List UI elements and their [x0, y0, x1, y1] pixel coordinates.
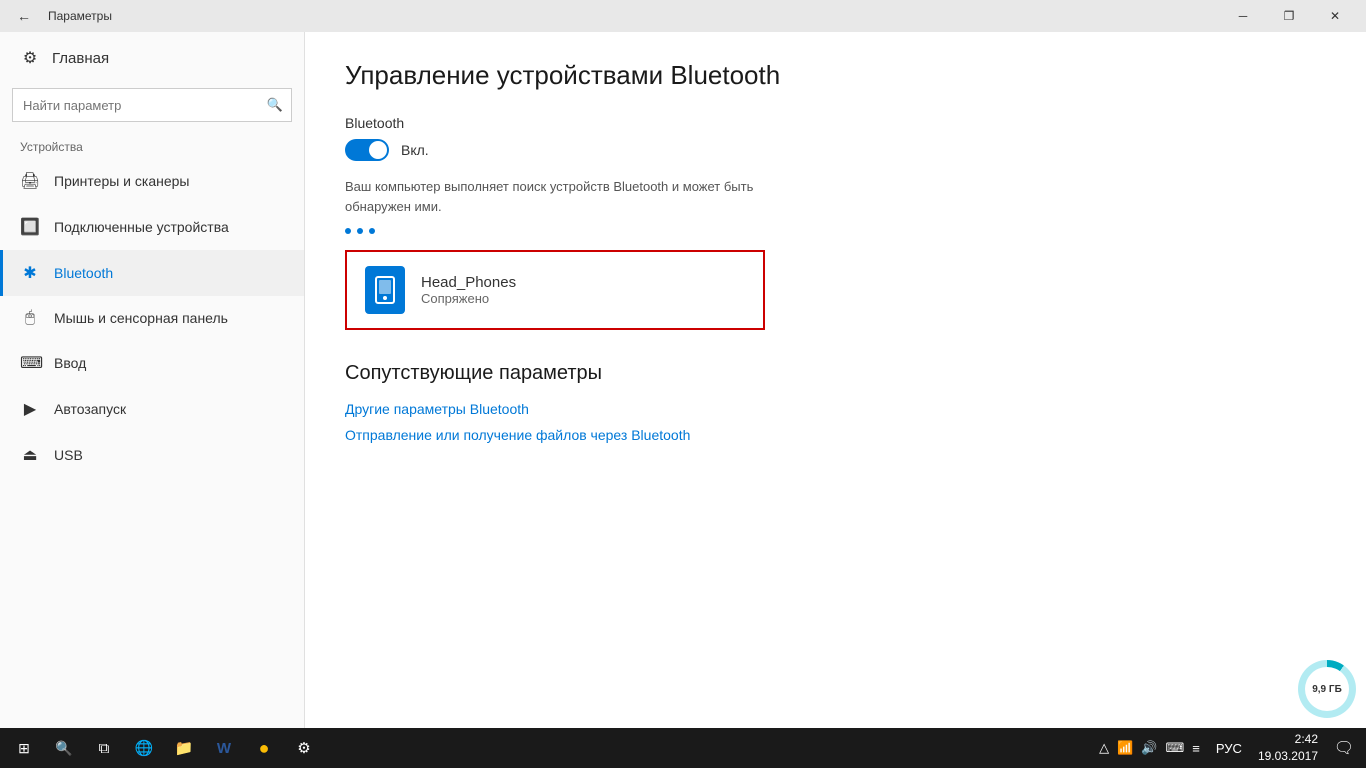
taskbar-chrome[interactable]: ● [244, 728, 284, 768]
sidebar-item-label: Bluetooth [54, 265, 113, 281]
taskbar-sys-icons: △ 📶 🔊 ⌨ ≡ [1091, 740, 1208, 756]
taskbar-explorer[interactable]: 📁 [164, 728, 204, 768]
related-title: Сопутствующие параметры [345, 362, 1326, 385]
sidebar-item-bluetooth[interactable]: ✱ Bluetooth [0, 250, 304, 296]
dot-2 [357, 228, 363, 234]
input-method-icon[interactable]: ≡ [1192, 741, 1200, 756]
clock-time: 2:42 [1258, 731, 1318, 748]
printers-icon: 🖨 [20, 171, 40, 191]
close-button[interactable]: ✕ [1312, 0, 1358, 32]
dot-3 [369, 228, 375, 234]
search-icon: 🔍 [259, 97, 291, 113]
mouse-icon: 🖱 [20, 309, 40, 327]
notification-button[interactable]: 🗨 [1326, 728, 1362, 768]
taskbar-search-button[interactable]: 🔍 [44, 728, 84, 768]
sidebar-item-autostart[interactable]: ▶ Автозапуск [0, 386, 304, 432]
clock-date: 19.03.2017 [1258, 748, 1318, 765]
device-card[interactable]: Head_Phones Сопряжено [345, 250, 765, 330]
taskbar-word[interactable]: W [204, 728, 244, 768]
bluetooth-section-label: Bluetooth [345, 115, 1326, 131]
scanning-animation [345, 228, 1326, 234]
sidebar-item-label: Принтеры и сканеры [54, 173, 189, 189]
sidebar-item-label: Автозапуск [54, 401, 126, 417]
usb-icon: ⏏ [20, 445, 40, 465]
sidebar-item-label: Ввод [54, 355, 86, 371]
sidebar-home-label: Главная [52, 50, 109, 67]
home-icon: ⚙ [20, 48, 40, 68]
volume-icon[interactable]: 🔊 [1141, 740, 1157, 756]
device-name: Head_Phones [421, 274, 516, 291]
toggle-label: Вкл. [401, 142, 429, 158]
storage-bubble: 9,9 ГБ [1298, 660, 1356, 718]
taskbar-settings[interactable]: ⚙ [284, 728, 324, 768]
storage-label: 9,9 ГБ [1305, 667, 1349, 711]
related-link-send-receive[interactable]: Отправление или получение файлов через B… [345, 427, 1326, 443]
taskbar: ⊞ 🔍 ⧉ 🌐 📁 W ● ⚙ △ 📶 🔊 ⌨ ≡ РУС 2:42 19.03… [0, 728, 1366, 768]
sidebar-item-input[interactable]: ⌨ Ввод [0, 340, 304, 386]
autostart-icon: ▶ [20, 399, 40, 419]
sidebar-section-label: Устройства [0, 134, 304, 158]
scanning-text: Ваш компьютер выполняет поиск устройств … [345, 177, 765, 216]
sidebar-item-connected[interactable]: 🔲 Подключенные устройства [0, 204, 304, 250]
minimize-button[interactable]: ─ [1220, 0, 1266, 32]
dot-1 [345, 228, 351, 234]
bluetooth-icon: ✱ [20, 263, 40, 283]
sidebar-item-label: USB [54, 447, 83, 463]
network-icon[interactable]: 📶 [1117, 740, 1133, 756]
titlebar-left: ← Параметры [8, 0, 112, 32]
content-area: Управление устройствами Bluetooth Blueto… [305, 32, 1366, 728]
chevron-icon[interactable]: △ [1099, 740, 1109, 756]
start-button[interactable]: ⊞ [4, 728, 44, 768]
bluetooth-toggle[interactable] [345, 139, 389, 161]
device-status: Сопряжено [421, 291, 516, 306]
connected-icon: 🔲 [20, 217, 40, 237]
titlebar-title: Параметры [48, 9, 112, 23]
sidebar-item-printers[interactable]: 🖨 Принтеры и сканеры [0, 158, 304, 204]
related-link-bluetooth-settings[interactable]: Другие параметры Bluetooth [345, 401, 1326, 417]
app-body: ⚙ Главная 🔍 Устройства 🖨 Принтеры и скан… [0, 32, 1366, 728]
keyboard-icon[interactable]: ⌨ [1166, 740, 1185, 756]
sidebar-item-mouse[interactable]: 🖱 Мышь и сенсорная панель [0, 296, 304, 340]
task-view-button[interactable]: ⧉ [84, 728, 124, 768]
titlebar: ← Параметры ─ ❐ ✕ [0, 0, 1366, 32]
language-label: РУС [1216, 741, 1242, 756]
taskbar-clock[interactable]: 2:42 19.03.2017 [1250, 731, 1326, 765]
taskbar-edge[interactable]: 🌐 [124, 728, 164, 768]
sidebar-item-label: Подключенные устройства [54, 219, 229, 235]
sidebar-item-usb[interactable]: ⏏ USB [0, 432, 304, 478]
sidebar: ⚙ Главная 🔍 Устройства 🖨 Принтеры и скан… [0, 32, 305, 728]
input-icon: ⌨ [20, 353, 40, 373]
back-button[interactable]: ← [8, 0, 40, 32]
maximize-button[interactable]: ❐ [1266, 0, 1312, 32]
device-icon [365, 266, 405, 314]
search-box[interactable]: 🔍 [12, 88, 292, 122]
titlebar-controls: ─ ❐ ✕ [1220, 0, 1358, 32]
sidebar-home[interactable]: ⚙ Главная [0, 32, 304, 84]
page-title: Управление устройствами Bluetooth [345, 60, 1326, 91]
bluetooth-toggle-row: Вкл. [345, 139, 1326, 161]
search-input[interactable] [13, 98, 259, 113]
sidebar-item-label: Мышь и сенсорная панель [54, 310, 228, 326]
language-indicator[interactable]: РУС [1208, 741, 1250, 756]
device-info: Head_Phones Сопряжено [421, 274, 516, 306]
